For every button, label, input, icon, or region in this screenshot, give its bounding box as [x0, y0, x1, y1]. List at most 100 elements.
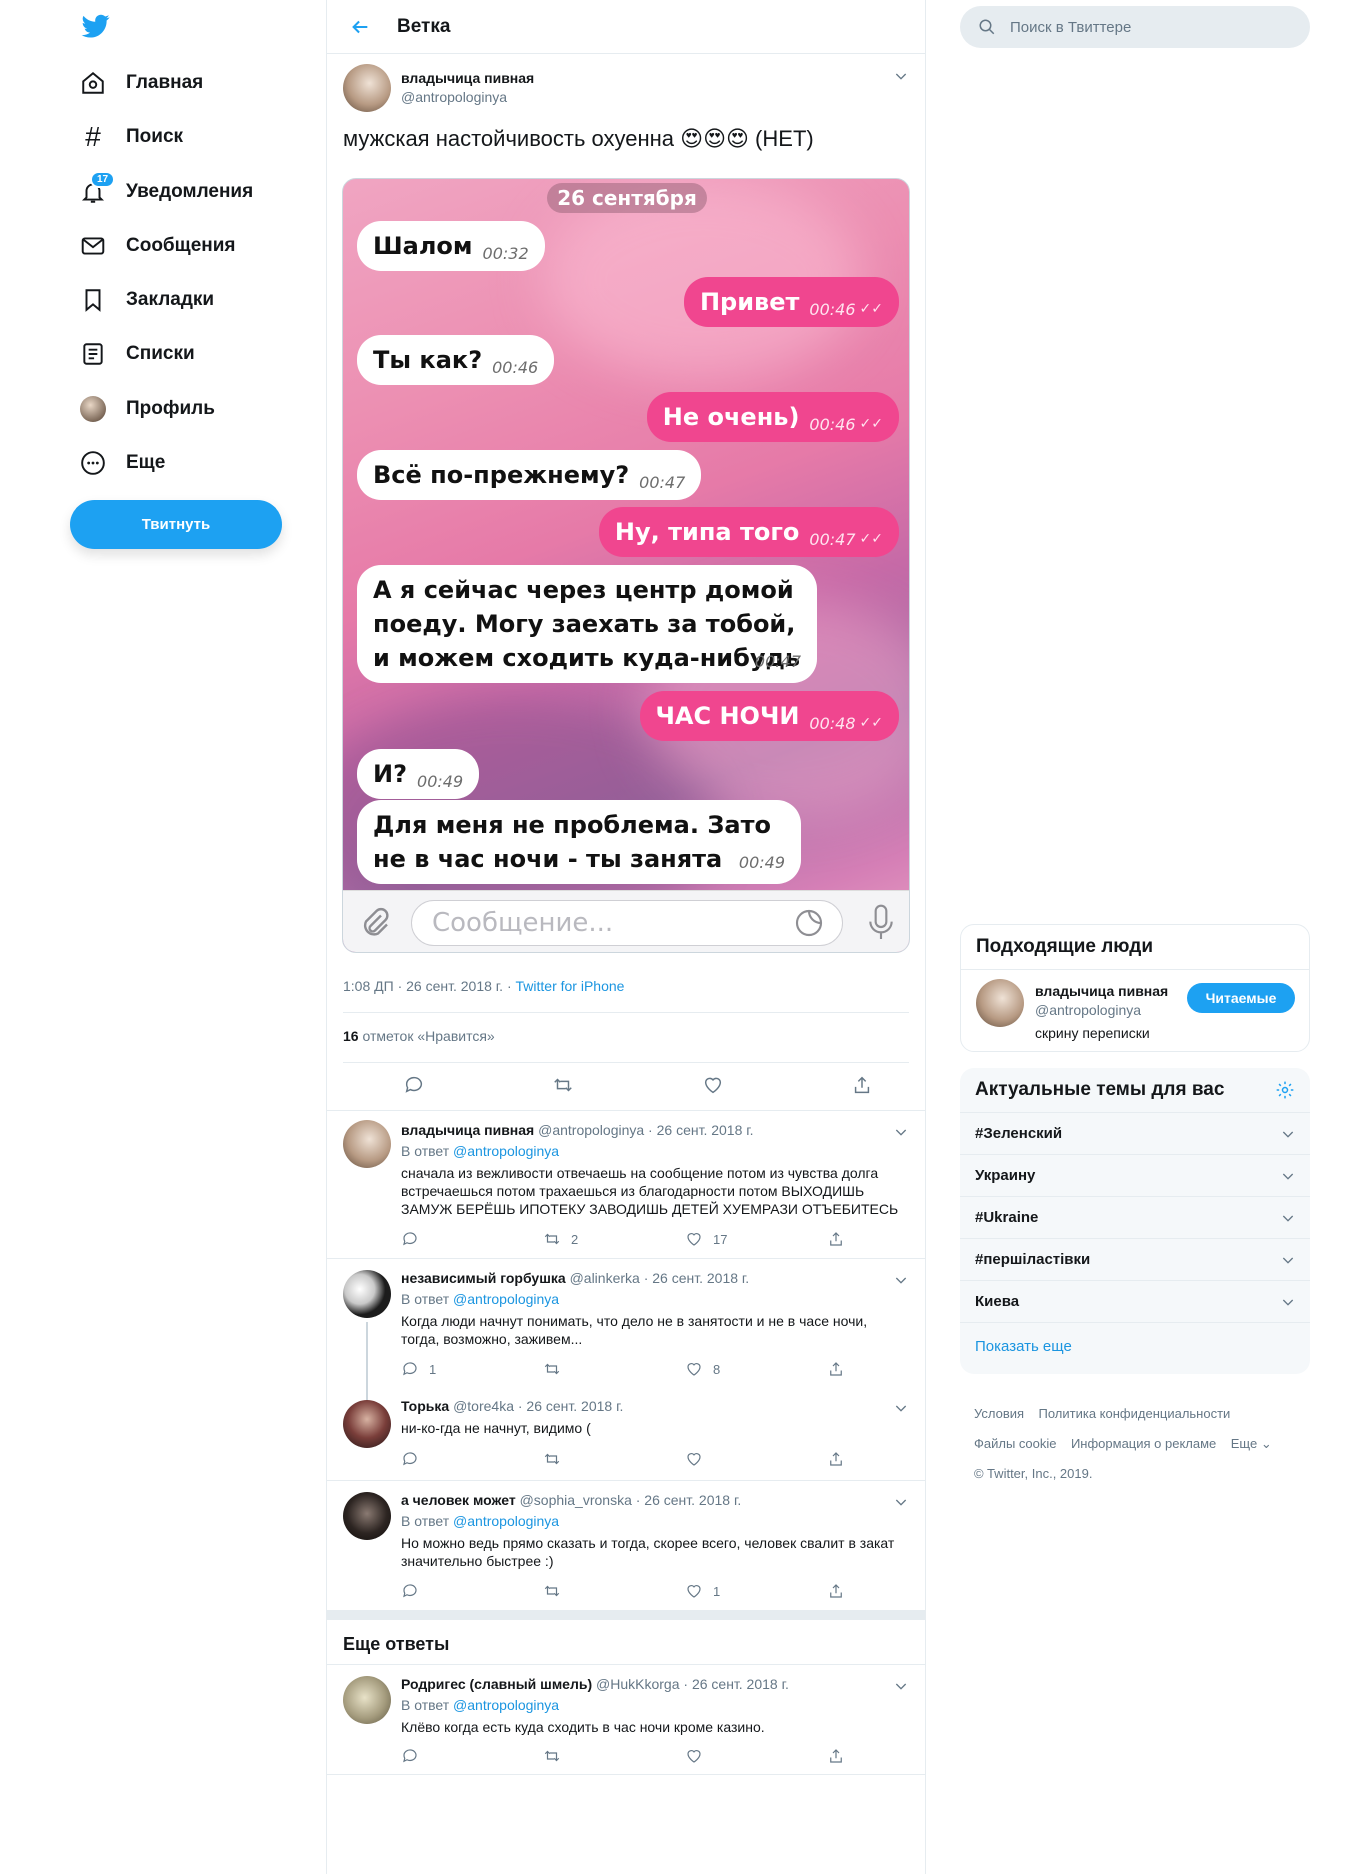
nav-label: Еще: [126, 452, 166, 473]
author-name[interactable]: Родригес (славный шмель): [401, 1676, 592, 1692]
reply-button[interactable]: [401, 1582, 543, 1600]
chevron-down-icon[interactable]: [893, 1400, 909, 1416]
chevron-down-icon[interactable]: [1280, 1126, 1296, 1142]
likes-count[interactable]: 16 отметок «Нравится»: [343, 1028, 495, 1044]
footer-link[interactable]: Информация о рекламе: [1071, 1436, 1216, 1451]
author-name[interactable]: владычица пивная: [401, 1122, 534, 1138]
chat-message-incoming: И? 00:49: [357, 749, 480, 799]
show-more-link[interactable]: Показать еще: [960, 1322, 1310, 1370]
reply-tweet[interactable]: независимый горбушка @alinkerka · 26 сен…: [327, 1258, 925, 1442]
chevron-down-icon[interactable]: [1280, 1294, 1296, 1310]
footer-more-link[interactable]: Еще ⌄: [1231, 1436, 1272, 1451]
reply-button[interactable]: [401, 1747, 543, 1765]
reply-tweet[interactable]: а человек может @sophia_vronska · 26 сен…: [327, 1480, 925, 1610]
author-name[interactable]: владычица пивная: [401, 70, 534, 86]
retweet-button[interactable]: 2: [543, 1230, 685, 1248]
retweet-button[interactable]: [543, 1450, 685, 1468]
suggested-user-handle[interactable]: @antropologinya: [1035, 1002, 1141, 1018]
share-icon[interactable]: [851, 1074, 873, 1096]
trend-item[interactable]: Украину: [960, 1154, 1310, 1196]
avatar[interactable]: [343, 1492, 391, 1540]
trend-item[interactable]: Киева: [960, 1280, 1310, 1322]
tweet-media-image[interactable]: 26 сентября Шалом 00:32 Привет 00:46 ✓✓ Ты …: [342, 178, 910, 953]
reply-tweet[interactable]: Родригес (славный шмель) @HukKkorga · 26…: [327, 1664, 925, 1774]
like-button[interactable]: [685, 1450, 827, 1468]
reply-to-link[interactable]: @antropologinya: [453, 1291, 559, 1307]
reply-to-link[interactable]: @antropologinya: [453, 1513, 559, 1529]
footer-link[interactable]: Условия: [974, 1406, 1024, 1421]
retweet-button[interactable]: [543, 1747, 685, 1765]
nav-notifications[interactable]: 17 Уведомления: [80, 171, 254, 212]
like-button[interactable]: 8: [685, 1360, 827, 1378]
chevron-down-icon[interactable]: [1280, 1210, 1296, 1226]
trends-title: Актуальные темы для вас: [975, 1079, 1225, 1100]
nav-bookmarks[interactable]: Закладки: [80, 280, 214, 320]
chevron-down-icon[interactable]: [1280, 1252, 1296, 1268]
back-arrow-icon[interactable]: [349, 16, 371, 38]
nav-home[interactable]: Главная: [80, 63, 203, 103]
search-input[interactable]: Поиск в Твиттере: [960, 6, 1310, 48]
nav-lists[interactable]: Списки: [80, 334, 195, 374]
chevron-down-icon[interactable]: [893, 1494, 909, 1510]
author-name[interactable]: Торька: [401, 1398, 449, 1414]
nav-more[interactable]: Еще: [80, 443, 165, 483]
avatar[interactable]: [976, 979, 1024, 1027]
share-button[interactable]: [827, 1582, 845, 1600]
section-divider: [327, 1610, 925, 1620]
reply-button[interactable]: 1: [401, 1360, 543, 1378]
tweet-button[interactable]: Твитнуть: [70, 500, 282, 549]
like-icon[interactable]: [702, 1074, 724, 1096]
bookmark-icon: [80, 287, 106, 313]
chevron-down-icon[interactable]: [893, 1272, 909, 1288]
reply-button[interactable]: [401, 1230, 543, 1248]
chevron-down-icon[interactable]: [893, 1678, 909, 1694]
avatar[interactable]: [343, 1120, 391, 1168]
author-name[interactable]: независимый горбушка: [401, 1270, 566, 1286]
nav-profile[interactable]: Профиль: [80, 389, 215, 429]
trend-item[interactable]: #першіластівки: [960, 1238, 1310, 1280]
reply-button[interactable]: [401, 1450, 543, 1468]
author-handle[interactable]: @antropologinya: [401, 89, 507, 105]
retweet-button[interactable]: [543, 1360, 685, 1378]
reply-text: Клёво когда есть куда сходить в час ночи…: [401, 1719, 765, 1735]
gear-icon[interactable]: [1275, 1080, 1295, 1100]
reply-icon[interactable]: [403, 1074, 425, 1096]
tweet-source-link[interactable]: Twitter for iPhone: [516, 978, 625, 994]
avatar[interactable]: [343, 1270, 391, 1318]
avatar[interactable]: [343, 1400, 391, 1448]
share-icon: [830, 1232, 842, 1246]
like-button[interactable]: 1: [685, 1582, 827, 1600]
footer-link[interactable]: Политика конфиденциальности: [1039, 1406, 1231, 1421]
share-button[interactable]: [827, 1747, 845, 1765]
share-button[interactable]: [827, 1360, 845, 1378]
twitter-logo-icon[interactable]: [80, 12, 112, 40]
follow-button[interactable]: Читаемые: [1187, 983, 1295, 1013]
retweet-icon[interactable]: [552, 1074, 574, 1096]
like-button[interactable]: 17: [685, 1230, 827, 1248]
reply-text: Когда люди начнут понимать, что дело не …: [401, 1313, 868, 1347]
nav-explore[interactable]: # Поиск: [80, 117, 183, 157]
share-button[interactable]: [827, 1450, 845, 1468]
nav-messages[interactable]: Сообщения: [80, 226, 236, 266]
chevron-down-icon[interactable]: [893, 1124, 909, 1140]
reply-to-link[interactable]: @antropologinya: [453, 1143, 559, 1159]
suggested-user-name[interactable]: владычица пивная: [1035, 983, 1168, 999]
reply-tweet[interactable]: владычица пивная @antropologinya · 26 се…: [327, 1110, 925, 1258]
share-button[interactable]: [827, 1230, 845, 1248]
retweet-button[interactable]: [543, 1582, 685, 1600]
avatar[interactable]: [343, 1676, 391, 1724]
like-button[interactable]: [685, 1747, 827, 1765]
avatar: [80, 396, 106, 422]
chevron-down-icon[interactable]: [893, 68, 909, 84]
reply-tweet[interactable]: Торька @tore4ka · 26 сент. 2018 г. ни-ко…: [327, 1388, 925, 1480]
nav-label: Уведомления: [126, 181, 254, 202]
avatar[interactable]: [343, 64, 391, 112]
trend-item[interactable]: #Ukraine: [960, 1196, 1310, 1238]
chevron-down-icon[interactable]: [1280, 1168, 1296, 1184]
author-name[interactable]: а человек может: [401, 1492, 516, 1508]
author-meta: @HukKkorga · 26 сент. 2018 г.: [596, 1676, 789, 1692]
reply-actions: 2 17: [401, 1230, 845, 1248]
reply-to-link[interactable]: @antropologinya: [453, 1697, 559, 1713]
footer-link[interactable]: Файлы cookie: [974, 1436, 1057, 1451]
trend-item[interactable]: #Зеленский: [960, 1112, 1310, 1154]
